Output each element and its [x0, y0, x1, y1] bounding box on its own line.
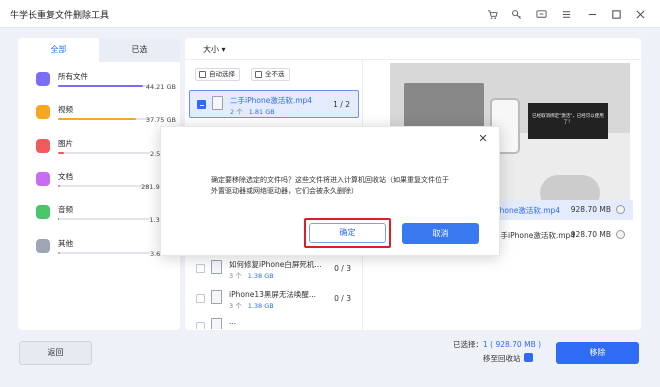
app-window: 牛学长重复文件删除工具 全部 已选 所有文件 44.21 GB 视频 37.75… — [0, 0, 660, 387]
close-icon[interactable]: ✕ — [477, 133, 489, 145]
dialog-message: 确定要移除选定的文件吗？这些文件将进入计算机回收站（如果重复文件位于外置驱动器或… — [211, 176, 449, 195]
cancel-button[interactable]: 取消 — [402, 223, 479, 244]
ok-button[interactable]: 确定 — [309, 223, 386, 243]
confirm-dialog: ✕ 确定要移除选定的文件吗？这些文件将进入计算机回收站（如果重复文件位于外置驱动… — [160, 126, 500, 256]
ok-highlight-box: 确定 — [304, 218, 391, 248]
